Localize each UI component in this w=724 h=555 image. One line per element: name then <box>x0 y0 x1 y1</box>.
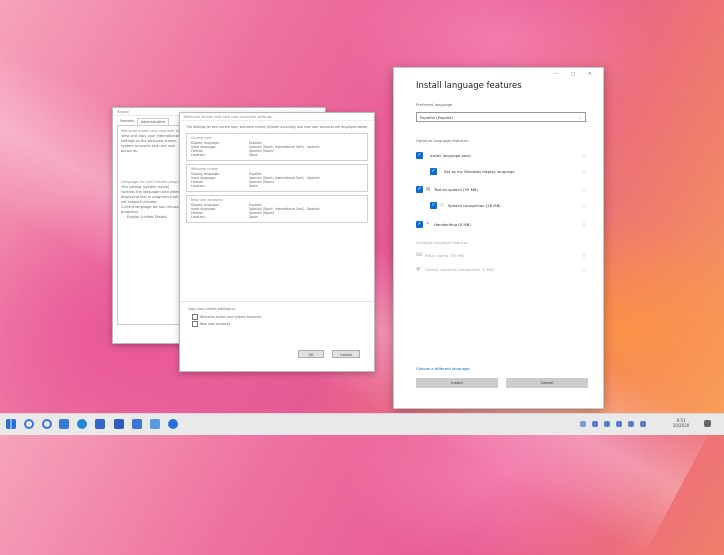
maximize-icon[interactable]: □ <box>571 72 575 77</box>
ok-button[interactable]: OK <box>298 350 324 358</box>
option-speech-recognition[interactable]: ✓ ○ Speech recognition (28 MB) ⓘ <box>416 201 586 210</box>
install-button[interactable]: Install <box>416 378 498 388</box>
page-title: Install language features <box>416 81 522 91</box>
option-handwriting[interactable]: ✓ ✎ Handwriting (8 MB) ⓘ <box>416 220 586 229</box>
ocr-icon: ▣ <box>416 267 421 272</box>
choose-different-language-link[interactable]: Choose a different language <box>416 366 470 371</box>
welcome-settings-title: Welcome screen and new user accounts set… <box>180 113 374 121</box>
checkbox-checked-icon[interactable]: ✓ <box>416 152 423 159</box>
keyboard-layout-icon[interactable] <box>640 421 646 427</box>
tab-formats[interactable]: Formats <box>117 118 137 125</box>
language-indicator-icon[interactable] <box>616 421 622 427</box>
option-set-display-language[interactable]: ✓ Set as my Windows display language ⓘ <box>416 167 586 176</box>
installed-basic-typing: ⌨ Basic typing (36 MB) ⓘ <box>416 251 586 260</box>
checkbox-welcome-system[interactable]: Welcome screen and system accounts <box>192 314 261 320</box>
cancel-button[interactable]: Cancel <box>506 378 588 388</box>
info-icon[interactable]: ⓘ <box>582 151 586 160</box>
show-hidden-icons-icon[interactable] <box>580 421 586 427</box>
info-icon[interactable]: ⓘ <box>582 251 586 260</box>
installed-features-label: Installed language features <box>416 240 468 245</box>
speech-icon: ▤ <box>426 187 431 192</box>
windows-start-icon[interactable] <box>6 419 16 429</box>
minimize-icon[interactable]: — <box>554 72 559 77</box>
checkbox-checked-icon[interactable]: ✓ <box>416 221 423 228</box>
checkbox-box[interactable] <box>192 314 198 320</box>
language-dropdown[interactable]: Español (España) ⌄ <box>416 112 586 122</box>
copy-settings-label: Copy your current settings to: <box>188 307 236 311</box>
cortana-icon[interactable] <box>42 419 52 429</box>
current-user-group: Current user Display language: Español In… <box>186 132 368 161</box>
handwriting-icon: ✎ <box>426 222 430 227</box>
option-install-language-pack[interactable]: ✓ Install language pack ⓘ <box>416 151 586 160</box>
network-icon[interactable] <box>592 421 598 427</box>
preferred-language-label: Preferred language <box>416 102 453 107</box>
store-icon[interactable] <box>114 419 124 429</box>
file-explorer-icon[interactable] <box>95 419 105 429</box>
option-text-to-speech[interactable]: ✓ ▤ Text-to-speech (35 MB) ⓘ <box>416 185 586 194</box>
current-language-label: Current language for non-Unicode program… <box>121 205 181 214</box>
welcome-settings-window: Welcome screen and new user accounts set… <box>179 112 375 372</box>
info-icon[interactable]: ⓘ <box>582 220 586 229</box>
nonunicode-section-body: This setting (system locale) controls th… <box>121 185 183 204</box>
task-view-icon[interactable] <box>59 419 69 429</box>
close-icon[interactable]: ✕ <box>588 72 592 77</box>
taskbar: 9:51 10/2020 <box>0 413 724 435</box>
welcome-section-body: View and copy your international setting… <box>121 134 179 153</box>
welcome-screen-group: Welcome screen Display language: Español … <box>186 163 368 192</box>
installed-ocr: ▣ Optical character recognition (2 MB) ⓘ <box>416 265 586 274</box>
checkbox-box[interactable] <box>192 321 198 327</box>
clock-date: 10/2020 <box>672 423 690 428</box>
install-language-features-window: — □ ✕ Install language features Preferre… <box>393 67 604 409</box>
clock[interactable]: 9:51 10/2020 <box>668 418 694 428</box>
checkbox-new-user-accounts[interactable]: New user accounts <box>192 321 230 327</box>
keyboard-icon: ⌨ <box>416 253 423 258</box>
info-icon[interactable]: ⓘ <box>582 265 586 274</box>
microphone-icon: ○ <box>440 203 444 208</box>
search-icon[interactable] <box>24 419 34 429</box>
checkbox-checked-icon[interactable]: ✓ <box>430 168 437 175</box>
info-icon[interactable]: ⓘ <box>582 167 586 176</box>
volume-icon[interactable] <box>604 421 610 427</box>
optional-features-label: Optional language features <box>416 138 468 143</box>
chevron-down-icon: ⌄ <box>578 115 582 120</box>
welcome-intro: The settings for the current user, welco… <box>186 125 368 129</box>
new-user-accounts-group: New user accounts Display language: Españ… <box>186 194 368 223</box>
edge-icon[interactable] <box>77 419 87 429</box>
tab-administrative[interactable]: Administrative <box>136 118 170 125</box>
info-icon[interactable]: ⓘ <box>582 201 586 210</box>
cancel-button[interactable]: Cancel <box>332 350 360 358</box>
battery-icon[interactable] <box>628 421 634 427</box>
people-icon[interactable] <box>168 419 178 429</box>
mail-icon[interactable] <box>132 419 142 429</box>
checkbox-checked-icon[interactable]: ✓ <box>416 186 423 193</box>
notifications-icon[interactable] <box>704 420 711 427</box>
photos-icon[interactable] <box>150 419 160 429</box>
info-icon[interactable]: ⓘ <box>582 185 586 194</box>
checkbox-checked-icon[interactable]: ✓ <box>430 202 437 209</box>
